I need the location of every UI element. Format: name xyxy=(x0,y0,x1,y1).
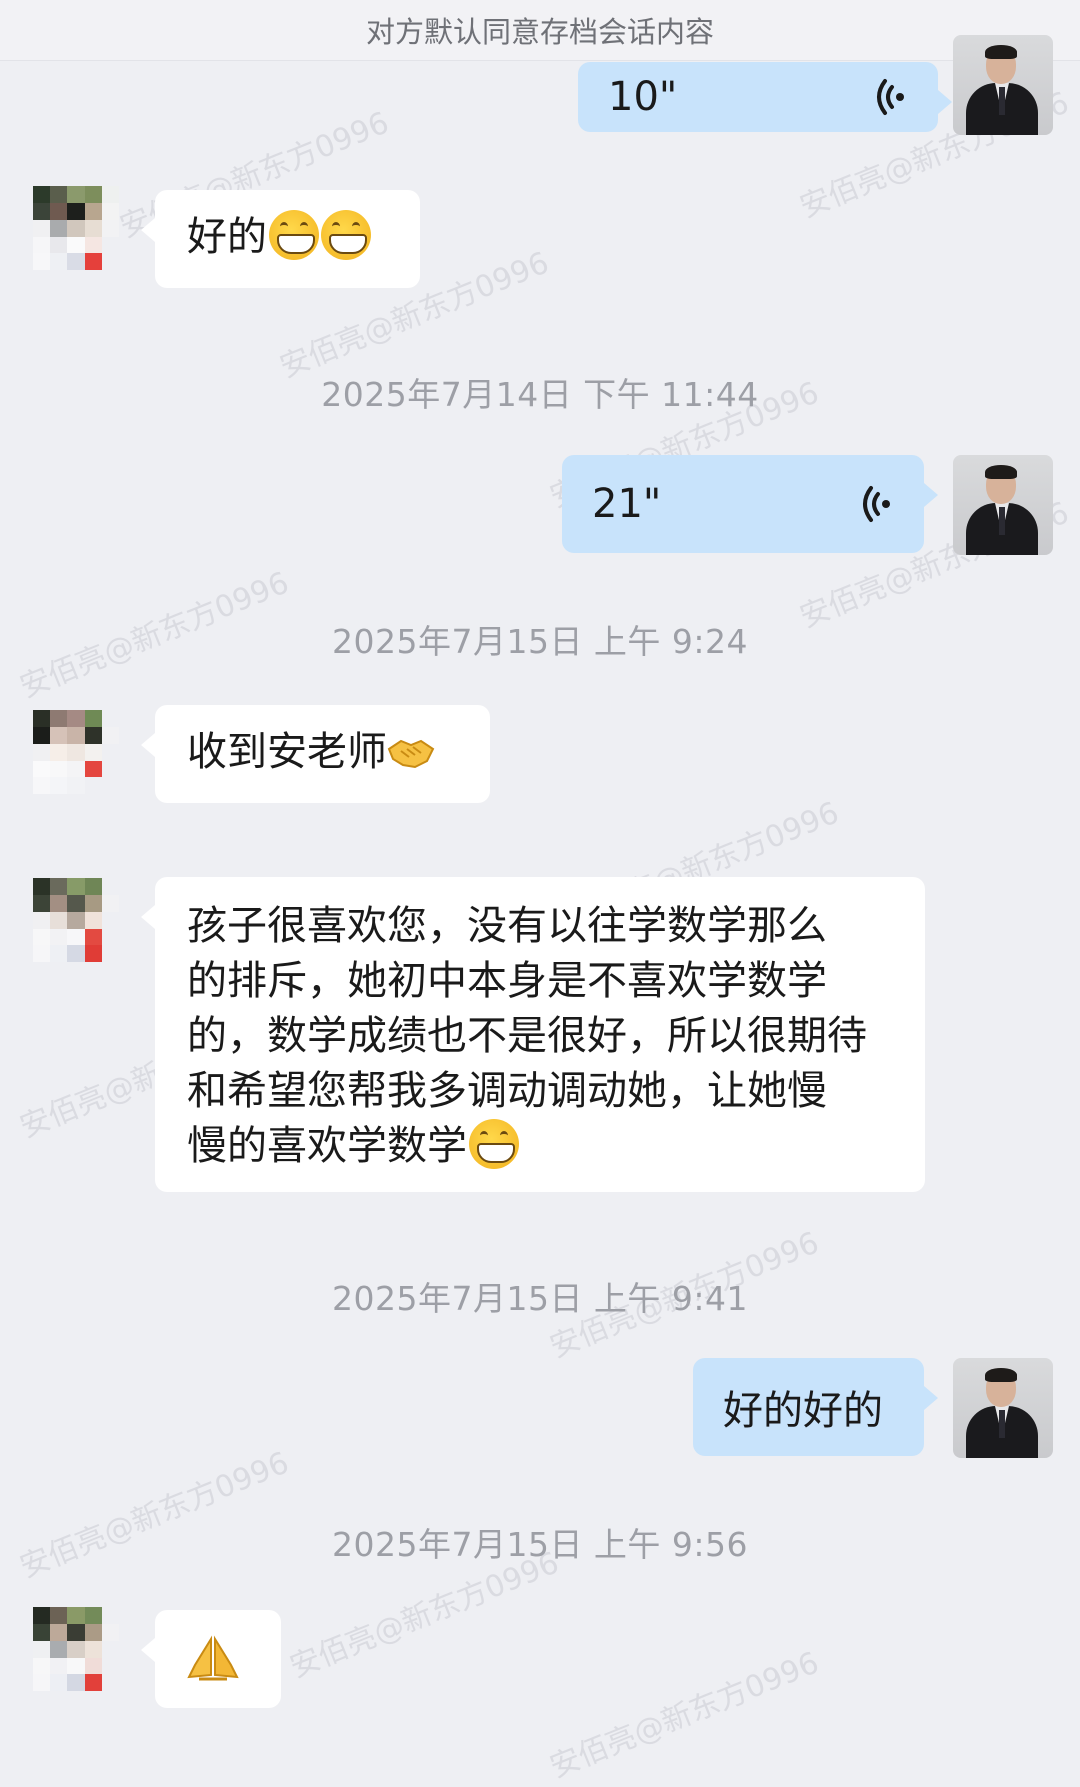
timestamp: 2025年7月15日 上午 9:24 xyxy=(331,622,749,661)
message-bubble[interactable]: 好的好的 xyxy=(693,1358,938,1456)
message-text: 收到安老师 xyxy=(187,729,387,775)
message-text: 好的好的 xyxy=(723,1388,883,1434)
my-avatar[interactable] xyxy=(953,455,1053,555)
message-line: 孩子很喜欢您，没有以往学数学那么 xyxy=(187,903,827,949)
grinning-face-icon xyxy=(321,210,371,260)
voice-duration: 10" xyxy=(608,74,678,120)
contact-avatar-pixelated[interactable] xyxy=(33,878,119,979)
message-text: 好的 xyxy=(187,214,267,260)
contact-avatar-pixelated[interactable] xyxy=(33,186,119,287)
message-bubble[interactable]: 好的 xyxy=(141,190,420,288)
contact-avatar-pixelated[interactable] xyxy=(33,1607,119,1708)
voice-wave-icon xyxy=(877,79,904,115)
folded-hands-icon xyxy=(187,1635,239,1681)
grinning-face-icon xyxy=(469,1119,519,1169)
archive-notice-text: 对方默认同意存档会话内容 xyxy=(365,15,714,49)
message-line: 慢的喜欢学数学 xyxy=(187,1123,467,1169)
message-line: 的，数学成绩也不是很好，所以很期待 xyxy=(187,1013,867,1059)
message-bubble[interactable] xyxy=(141,1610,281,1708)
message-line: 和希望您帮我多调动调动她，让她慢 xyxy=(187,1068,827,1114)
voice-message-bubble[interactable]: 21" xyxy=(562,455,938,553)
timestamp: 2025年7月15日 上午 9:41 xyxy=(331,1279,749,1318)
message-bubble[interactable]: 收到安老师 xyxy=(141,705,490,803)
handshake-icon xyxy=(387,739,435,769)
archive-notice-bar: 对方默认同意存档会话内容 xyxy=(0,0,1080,61)
message-line: 的排斥，她初中本身是不喜欢学数学 xyxy=(187,958,827,1004)
timestamp: 2025年7月15日 上午 9:56 xyxy=(331,1525,749,1564)
grinning-face-icon xyxy=(269,210,319,260)
voice-wave-icon xyxy=(863,486,890,522)
contact-avatar-pixelated[interactable] xyxy=(33,710,119,811)
my-avatar[interactable] xyxy=(953,1358,1053,1458)
watermark: 安佰亮@新东方0996 xyxy=(545,1645,824,1786)
message-bubble[interactable]: 孩子很喜欢您，没有以往学数学那么 的排斥，她初中本身是不喜欢学数学 的，数学成绩… xyxy=(141,877,925,1192)
my-avatar[interactable] xyxy=(953,35,1053,135)
voice-duration: 21" xyxy=(592,481,662,527)
voice-message-bubble[interactable]: 10" xyxy=(578,62,952,132)
timestamp: 2025年7月14日 下午 11:44 xyxy=(321,375,759,414)
